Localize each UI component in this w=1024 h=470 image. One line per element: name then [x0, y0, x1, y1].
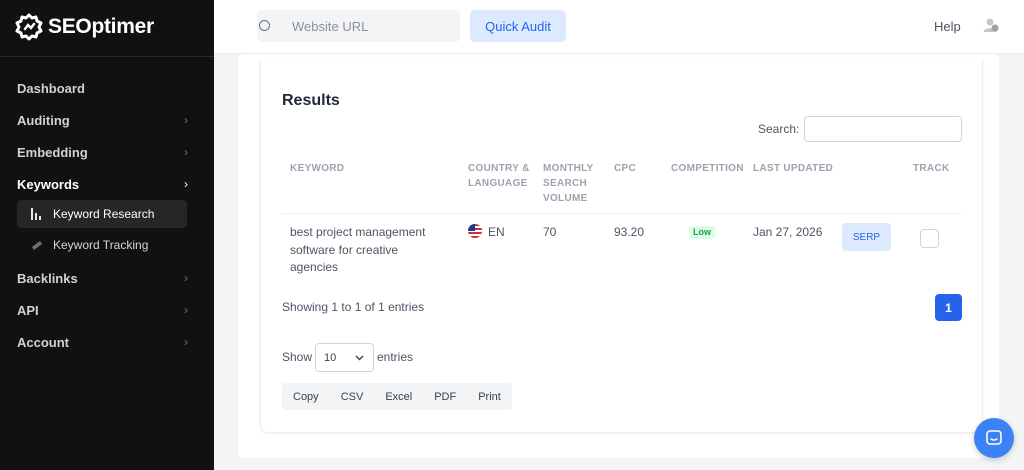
- column-header-line: VOLUME: [543, 193, 588, 204]
- logo[interactable]: SEOptimer: [14, 12, 154, 42]
- page-size-select[interactable]: 10: [315, 343, 374, 372]
- column-header-country-language[interactable]: COUNTRY & LANGUAGE: [468, 161, 530, 191]
- chevron-right-icon: ›: [184, 271, 188, 285]
- sidebar-subitem-keyword-tracking[interactable]: Keyword Tracking: [17, 231, 187, 259]
- sidebar-subitem-label: Keyword Tracking: [53, 238, 149, 252]
- search-icon: [259, 20, 270, 31]
- seoptimer-gear-icon: [15, 13, 43, 41]
- sidebar-item-backlinks[interactable]: Backlinks ›: [0, 262, 214, 294]
- entries-info: Showing 1 to 1 of 1 entries: [282, 300, 425, 314]
- sidebar-subitem-label: Keyword Research: [53, 207, 155, 221]
- sidebar-item-account[interactable]: Account ›: [0, 326, 214, 358]
- column-header-line: LANGUAGE: [468, 178, 528, 189]
- sidebar-item-label: Backlinks: [17, 270, 78, 286]
- entries-label: entries: [377, 350, 414, 364]
- chat-launcher-button[interactable]: [974, 418, 1014, 458]
- csv-button[interactable]: CSV: [330, 383, 375, 410]
- sidebar-item-label: Auditing: [17, 112, 70, 128]
- column-header-last-updated[interactable]: LAST UPDATED: [753, 161, 833, 176]
- quick-audit-button[interactable]: Quick Audit: [470, 10, 566, 42]
- chevron-down-icon: [355, 355, 364, 360]
- user-avatar-icon[interactable]: [983, 17, 999, 33]
- sidebar-item-label: Keywords: [17, 176, 80, 192]
- pagination-page-button[interactable]: 1: [935, 294, 962, 321]
- track-checkbox[interactable]: [920, 229, 939, 248]
- sidebar-item-label: API: [17, 302, 39, 318]
- table-search-input[interactable]: [804, 116, 962, 142]
- country-language-cell: EN: [468, 224, 505, 242]
- logo-text: SEOptimer: [48, 15, 154, 38]
- keyword-line: software for creative: [290, 242, 399, 257]
- us-flag-icon: [468, 224, 482, 238]
- table-divider: [282, 213, 962, 214]
- website-url-input[interactable]: [257, 10, 460, 42]
- excel-button[interactable]: Excel: [374, 383, 423, 410]
- chevron-right-icon: ›: [184, 177, 188, 191]
- sidebar-item-api[interactable]: API ›: [0, 294, 214, 326]
- copy-button[interactable]: Copy: [282, 383, 330, 410]
- table-search-label: Search:: [758, 122, 800, 136]
- sidebar-item-embedding[interactable]: Embedding ›: [0, 136, 214, 168]
- sidebar-item-label: Dashboard: [17, 80, 85, 96]
- bar-chart-icon: [31, 208, 41, 220]
- column-header-line: SEARCH: [543, 178, 588, 189]
- column-header-cpc[interactable]: CPC: [614, 161, 636, 176]
- column-header-keyword[interactable]: KEYWORD: [290, 161, 344, 176]
- keyword-line: agencies: [290, 260, 339, 274]
- competition-badge: Low: [689, 226, 715, 239]
- sidebar-item-dashboard[interactable]: Dashboard: [0, 72, 214, 104]
- column-header-line: COUNTRY &: [468, 163, 530, 174]
- chevron-right-icon: ›: [184, 303, 188, 317]
- language-code: EN: [488, 225, 505, 239]
- show-label: Show: [282, 350, 313, 364]
- chevron-right-icon: ›: [184, 335, 188, 349]
- sidebar: SEOptimer Dashboard Auditing › Embedding ›…: [0, 0, 214, 470]
- column-header-line: MONTHLY: [543, 163, 594, 174]
- chevron-right-icon: ›: [184, 145, 188, 159]
- serp-button[interactable]: SERP: [842, 223, 891, 251]
- sidebar-item-label: Embedding: [17, 144, 88, 160]
- telescope-icon: [32, 241, 42, 250]
- cpc-cell: 93.20: [614, 225, 645, 239]
- sidebar-nav: Dashboard Auditing › Embedding › Keywords ›…: [0, 72, 214, 358]
- column-header-track[interactable]: TRACK: [913, 161, 950, 176]
- results-title: Results: [282, 92, 340, 109]
- sidebar-item-label: Account: [17, 334, 69, 350]
- page-size-value: 10: [324, 351, 337, 364]
- chat-icon: [986, 430, 1002, 445]
- export-button-group: Copy CSV Excel PDF Print: [282, 383, 512, 410]
- sidebar-item-auditing[interactable]: Auditing ›: [0, 104, 214, 136]
- keyword-cell: best project management software for cre…: [290, 224, 425, 277]
- top-bar: Quick Audit Help: [214, 0, 1024, 54]
- print-button[interactable]: Print: [467, 383, 512, 410]
- sidebar-item-keywords[interactable]: Keywords ›: [0, 168, 214, 200]
- help-link[interactable]: Help: [934, 19, 961, 34]
- last-updated-cell: Jan 27, 2026: [753, 225, 823, 239]
- keyword-line: best project management: [290, 225, 426, 239]
- sidebar-subitem-keyword-research[interactable]: Keyword Research: [17, 200, 187, 228]
- sidebar-divider: [0, 56, 214, 57]
- volume-cell: 70: [543, 225, 557, 239]
- column-header-competition[interactable]: COMPETITION: [671, 161, 744, 176]
- chevron-right-icon: ›: [184, 113, 188, 127]
- pdf-button[interactable]: PDF: [423, 383, 467, 410]
- column-header-monthly-volume[interactable]: MONTHLY SEARCH VOLUME: [543, 161, 594, 206]
